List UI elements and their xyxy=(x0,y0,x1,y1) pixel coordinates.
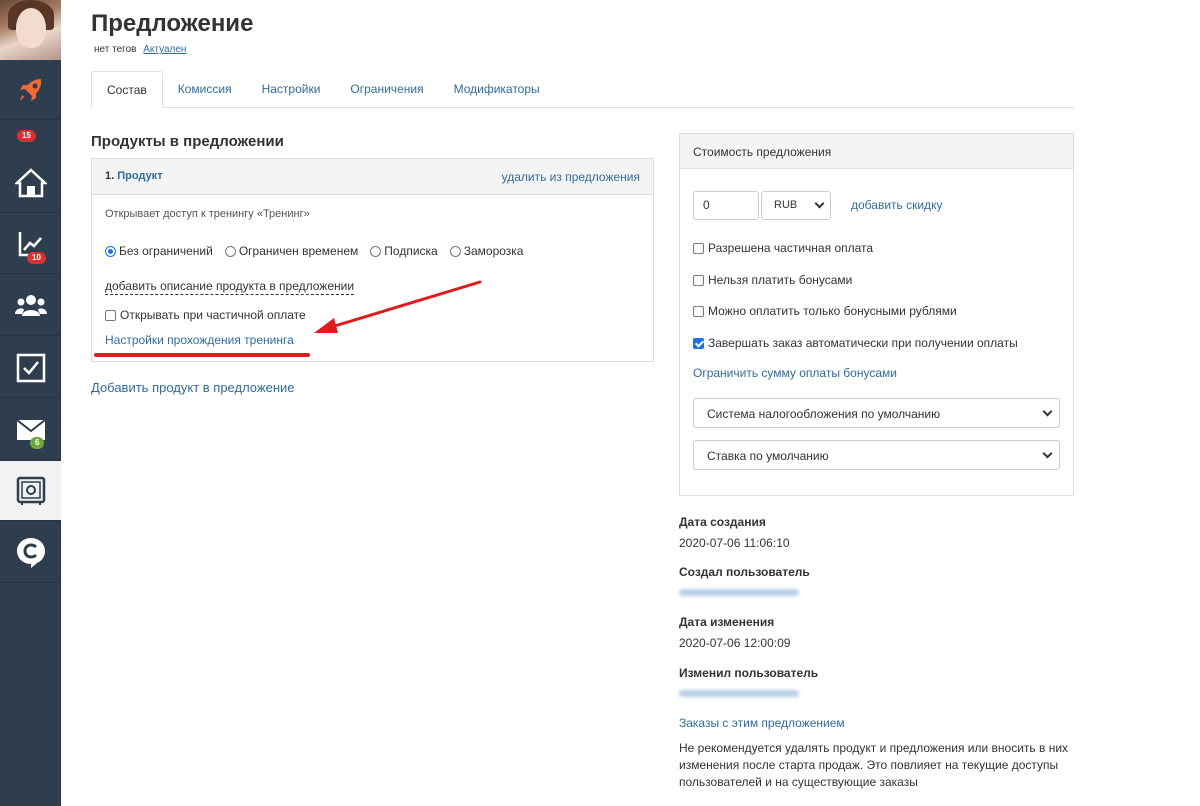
sidebar-item-tasks[interactable] xyxy=(0,338,61,398)
page-title: Предложение xyxy=(91,10,254,37)
tags-line: нет тегов Актуален xyxy=(94,44,186,55)
bonus-only-checkbox[interactable]: Можно оплатить только бонусными рублями xyxy=(693,304,957,318)
tab-modifiers[interactable]: Модификаторы xyxy=(439,71,555,108)
sidebar-item-stats[interactable] xyxy=(0,214,61,274)
offer-cost-panel: Стоимость предложения 0 RUB добавить ски… xyxy=(679,133,1074,496)
tab-settings[interactable]: Настройки xyxy=(247,71,336,108)
tab-restrictions[interactable]: Ограничения xyxy=(335,71,438,108)
rocket-icon xyxy=(19,78,41,101)
radio-label: Ограничен временем xyxy=(238,244,359,258)
checkbox[interactable] xyxy=(693,305,704,317)
tab-commission[interactable]: Комиссия xyxy=(163,71,247,108)
mail-badge: 6 xyxy=(30,437,45,449)
creator-label: Создал пользователь xyxy=(679,565,810,579)
chat-c-icon xyxy=(16,537,45,568)
radio-button[interactable] xyxy=(449,245,461,257)
safe-icon xyxy=(16,476,45,505)
created-date-value: 2020-07-06 11:06:10 xyxy=(679,536,790,550)
add-discount-link[interactable]: добавить скидку xyxy=(851,198,942,212)
radio-label: Без ограничений xyxy=(119,244,213,258)
checkbox-icon xyxy=(16,353,45,382)
checkbox-label: Можно оплатить только бонусными рублями xyxy=(708,304,957,318)
product-link[interactable]: Продукт xyxy=(117,170,162,182)
checkbox[interactable] xyxy=(693,274,704,286)
product-number: 1. xyxy=(105,170,115,182)
users-icon xyxy=(14,294,47,316)
radio-label: Подписка xyxy=(384,244,438,258)
radio-time-limited[interactable]: Ограничен временем xyxy=(224,244,359,258)
checkbox-label: Открывать при частичной оплате xyxy=(120,308,306,322)
checkbox[interactable] xyxy=(693,242,704,254)
radio-button[interactable] xyxy=(224,245,236,257)
modifier-name-blurred[interactable] xyxy=(679,690,799,697)
sidebar-item-sales[interactable] xyxy=(0,60,61,120)
tax-system-select[interactable]: Система налогообложения по умолчанию xyxy=(693,398,1060,428)
checkbox-label: Нельзя платить бонусами xyxy=(708,273,853,287)
checkbox[interactable] xyxy=(105,309,116,321)
currency-value: RUB xyxy=(774,199,798,211)
auto-complete-checkbox[interactable]: Завершать заказ автоматически при получе… xyxy=(693,336,1018,350)
access-type-radio-group: Без ограничений Ограничен временем Подпи… xyxy=(105,244,535,258)
created-date-label: Дата создания xyxy=(679,515,766,529)
stats-badge: 10 xyxy=(27,252,46,264)
checkbox-label: Разрешена частичная оплата xyxy=(708,241,874,255)
product-card-header: 1. Продукт удалить из предложения xyxy=(92,159,653,195)
radio-unlimited[interactable]: Без ограничений xyxy=(105,244,213,258)
radio-label: Заморозка xyxy=(463,244,524,258)
radio-button[interactable] xyxy=(370,245,382,257)
annotation-arrow-icon xyxy=(314,280,482,333)
chevron-down-icon xyxy=(814,198,825,209)
tags-text: нет тегов xyxy=(94,44,137,55)
opens-access-text: Открывает доступ к тренингу «Тренинг» xyxy=(105,208,310,220)
radio-subscription[interactable]: Подписка xyxy=(370,244,438,258)
tab-composition[interactable]: Состав xyxy=(91,71,163,108)
sidebar: 15 10 6 xyxy=(0,0,61,806)
checkbox-label: Завершать заказ автоматически при получе… xyxy=(708,336,1018,350)
price-input[interactable]: 0 xyxy=(693,191,759,220)
modifier-label: Изменил пользователь xyxy=(679,666,819,680)
sidebar-item-users[interactable] xyxy=(0,276,61,336)
limit-bonus-link[interactable]: Ограничить сумму оплаты бонусами xyxy=(693,366,897,380)
add-product-link[interactable]: Добавить продукт в предложение xyxy=(91,380,295,395)
cost-panel-title: Стоимость предложения xyxy=(680,134,1073,169)
sales-badge: 15 xyxy=(17,130,36,142)
warning-text: Не рекомендуется удалять продукт и предл… xyxy=(679,741,1069,789)
sidebar-item-safe[interactable] xyxy=(0,461,61,521)
checkbox[interactable] xyxy=(693,337,704,349)
avatar[interactable] xyxy=(0,0,61,60)
product-title: 1. Продукт xyxy=(105,170,163,182)
radio-freeze[interactable]: Заморозка xyxy=(449,244,524,258)
sidebar-item-mail[interactable] xyxy=(0,400,61,460)
rate-select[interactable]: Ставка по умолчанию xyxy=(693,440,1060,470)
select-value: Ставка по умолчанию xyxy=(707,449,829,463)
home-icon xyxy=(14,167,47,197)
creator-name-blurred[interactable] xyxy=(679,589,799,596)
training-settings-link[interactable]: Настройки прохождения тренинга xyxy=(105,333,294,347)
chevron-down-icon xyxy=(1042,406,1053,417)
radio-button[interactable] xyxy=(105,245,116,257)
select-value: Система налогообложения по умолчанию xyxy=(707,407,941,421)
sidebar-item-home[interactable] xyxy=(0,153,61,213)
modified-date-label: Дата изменения xyxy=(679,615,775,629)
chevron-down-icon xyxy=(1042,448,1053,459)
sidebar-item-chat[interactable] xyxy=(0,523,61,583)
orders-with-offer-link[interactable]: Заказы с этим предложением xyxy=(679,716,845,730)
annotation-underline xyxy=(94,353,310,357)
open-on-partial-checkbox[interactable]: Открывать при частичной оплате xyxy=(105,308,306,322)
modified-date-value: 2020-07-06 12:00:09 xyxy=(679,636,791,650)
partial-payment-checkbox[interactable]: Разрешена частичная оплата xyxy=(693,241,873,255)
status-link[interactable]: Актуален xyxy=(143,44,186,55)
no-bonus-checkbox[interactable]: Нельзя платить бонусами xyxy=(693,273,852,287)
tabs: Состав Комиссия Настройки Ограничения Мо… xyxy=(91,71,1074,108)
remove-from-offer-link[interactable]: удалить из предложения xyxy=(502,170,640,184)
products-section-title: Продукты в предложении xyxy=(91,133,284,150)
currency-select[interactable]: RUB xyxy=(761,191,831,220)
